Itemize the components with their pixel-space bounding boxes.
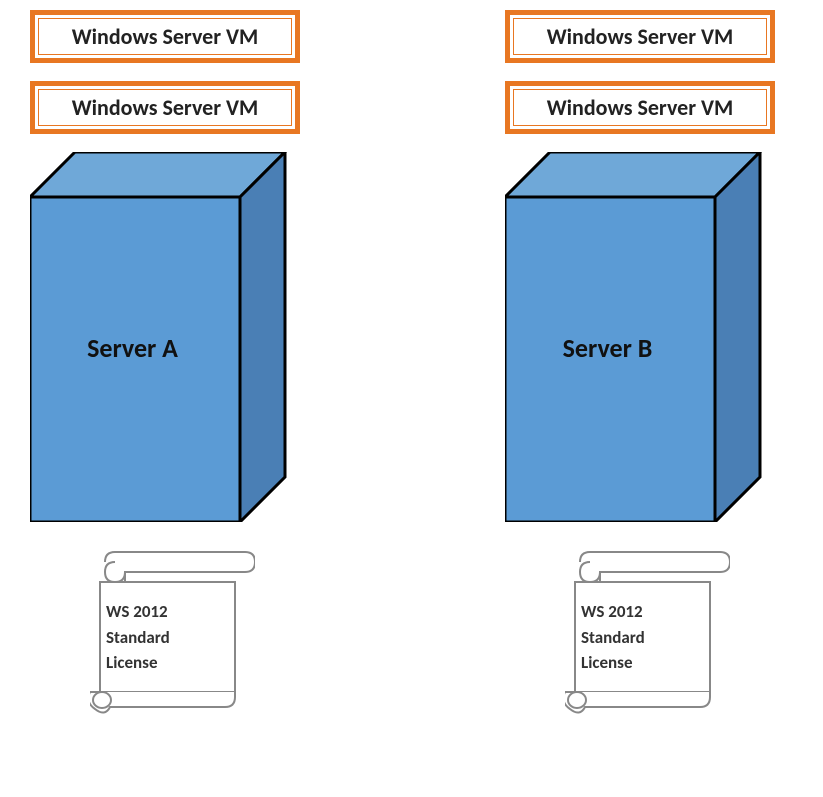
server-b-column: Windows Server VM Windows Server VM Serv… bbox=[505, 10, 805, 722]
license-text: WS 2012 Standard License bbox=[581, 599, 645, 676]
license-line: WS 2012 bbox=[106, 599, 170, 625]
license-scroll: WS 2012 Standard License bbox=[565, 547, 805, 722]
server-name: Server A bbox=[30, 332, 235, 364]
server-cube: Server B bbox=[505, 152, 765, 522]
license-line: License bbox=[106, 650, 170, 676]
vm-label: Windows Server VM bbox=[513, 18, 767, 55]
vm-box: Windows Server VM bbox=[505, 81, 775, 134]
vm-label: Windows Server VM bbox=[513, 89, 767, 126]
license-line: WS 2012 bbox=[581, 599, 645, 625]
vm-box: Windows Server VM bbox=[30, 10, 300, 63]
license-line: Standard bbox=[106, 625, 170, 651]
license-text: WS 2012 Standard License bbox=[106, 599, 170, 676]
vm-box: Windows Server VM bbox=[505, 10, 775, 63]
vm-box: Windows Server VM bbox=[30, 81, 300, 134]
license-scroll: WS 2012 Standard License bbox=[90, 547, 330, 722]
server-a-column: Windows Server VM Windows Server VM Serv… bbox=[30, 10, 330, 722]
license-line: Standard bbox=[581, 625, 645, 651]
license-line: License bbox=[581, 650, 645, 676]
vm-label: Windows Server VM bbox=[38, 89, 292, 126]
server-cube: Server A bbox=[30, 152, 290, 522]
server-name: Server B bbox=[505, 332, 710, 364]
vm-label: Windows Server VM bbox=[38, 18, 292, 55]
